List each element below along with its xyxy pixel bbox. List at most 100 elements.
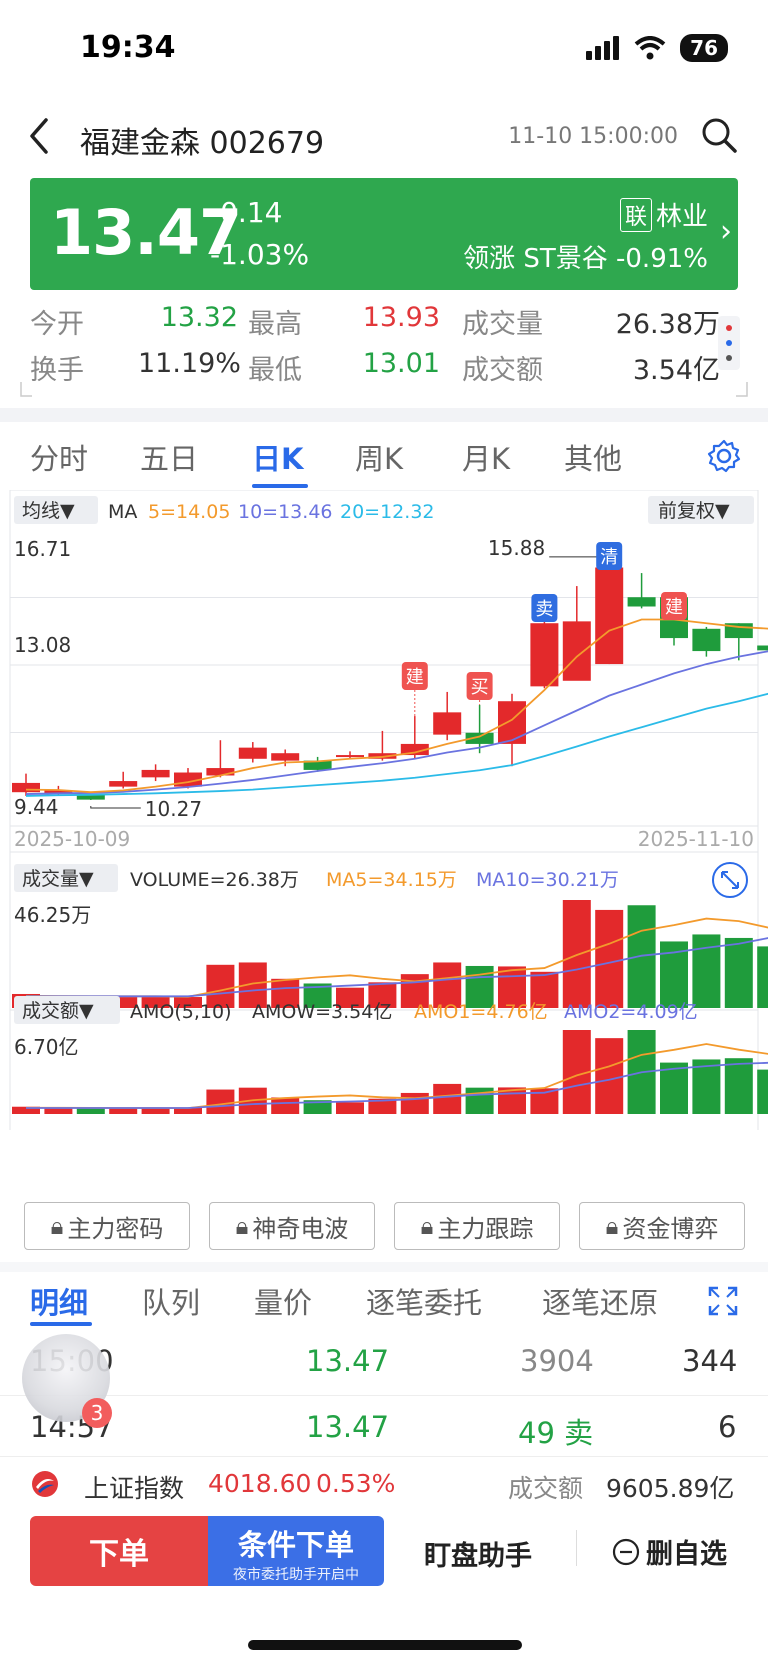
- chart-period-tabs: 分时 五日 日K 周K 月K 其他: [0, 436, 768, 486]
- candle-body: [433, 712, 462, 735]
- candle-body: [530, 623, 559, 687]
- signal-label: 买: [471, 677, 489, 698]
- tab-monthly-k[interactable]: 月K: [462, 436, 510, 478]
- y-axis-mid: 13.08: [14, 633, 71, 657]
- conditional-order-label: 条件下单: [237, 1528, 354, 1562]
- stat-label: 今开: [30, 309, 84, 340]
- ma-prefix: MA: [108, 501, 137, 523]
- lock-button-main-password[interactable]: 🔒︎ 主力密码: [24, 1202, 190, 1250]
- index-value: 4018.60: [208, 1469, 312, 1498]
- tab-daily-k[interactable]: 日K: [252, 436, 303, 478]
- amount-bar: [271, 1097, 300, 1114]
- search-icon[interactable]: [700, 116, 738, 154]
- settings-gear-icon[interactable]: [706, 438, 742, 474]
- ma5-label: 5=14.05: [148, 501, 230, 523]
- ma20-line: [25, 692, 768, 797]
- lock-button-fund-game[interactable]: 🔒︎ 资金博弈: [579, 1202, 745, 1250]
- sector-name: 林业: [655, 202, 708, 232]
- lock-icon: 🔒︎: [50, 1212, 64, 1240]
- divider: [576, 1530, 577, 1566]
- candle-body: [692, 628, 721, 652]
- collapse-corner-icon: [20, 382, 748, 397]
- tab-order-by-order[interactable]: 逐笔委托: [366, 1280, 482, 1322]
- amo2-label: AMO2=4.09亿: [564, 1001, 698, 1023]
- place-order-button[interactable]: 下单: [30, 1516, 208, 1586]
- high-label: 15.88: [488, 536, 545, 560]
- tab-other[interactable]: 其他: [564, 436, 622, 478]
- volume-selector-label: 成交量▼: [22, 868, 94, 890]
- volume-label: VOLUME=26.38万: [130, 869, 299, 891]
- minus-circle-icon: [612, 1538, 640, 1565]
- amount-bar: [757, 1069, 768, 1114]
- price-change-pct: -1.03%: [210, 238, 310, 271]
- amount-bar: [109, 1108, 138, 1114]
- sector-badge: 联: [619, 197, 652, 232]
- candle-body: [238, 747, 267, 759]
- amount-bar: [76, 1108, 105, 1114]
- tab-trade-replay[interactable]: 逐笔还原: [542, 1280, 658, 1322]
- stat-value: 13.93: [362, 302, 440, 333]
- index-pct: 0.53%: [316, 1469, 396, 1498]
- remove-watchlist-button[interactable]: 删自选: [612, 1532, 727, 1571]
- status-icons: 76: [586, 34, 728, 62]
- sector-link[interactable]: 联 林业: [619, 196, 708, 233]
- battery-indicator: 76: [680, 34, 728, 62]
- date-end: 2025-11-10: [638, 827, 754, 851]
- active-detail-tab-underline: [30, 1322, 92, 1326]
- sector-leader: 领涨 ST景谷 -0.91%: [463, 244, 708, 274]
- back-icon[interactable]: [24, 116, 54, 156]
- ma-selector-label: 均线▼: [22, 500, 75, 522]
- low-pointer: [90, 806, 141, 809]
- index-logo-icon: [32, 1471, 58, 1497]
- candle-body: [206, 768, 235, 776]
- tab-weekly-k[interactable]: 周K: [355, 436, 403, 478]
- header: 福建金森 002679 11-10 15:00:00: [0, 110, 768, 170]
- amount-selector-label: 成交额▼: [22, 1000, 94, 1022]
- lock-button-magic-wave[interactable]: 🔒︎ 神奇电波: [209, 1202, 375, 1250]
- candle-body: [562, 621, 591, 681]
- ma20-label: 20=12.32: [340, 501, 435, 523]
- amount-bar: [44, 1108, 73, 1114]
- tab-intraday[interactable]: 分时: [30, 436, 88, 478]
- adjust-selector-label: 前复权▼: [658, 500, 730, 522]
- expand-icon[interactable]: [708, 1286, 738, 1316]
- ma5-line: [25, 618, 768, 794]
- watch-assistant-button[interactable]: 盯盘助手: [424, 1534, 532, 1573]
- volume-ma5-label: MA5=34.15万: [326, 869, 457, 891]
- stat-value: 13.01: [362, 348, 440, 379]
- tab-detail[interactable]: 明细: [30, 1280, 88, 1322]
- stat-label: 成交量: [462, 309, 543, 340]
- tab-five-day[interactable]: 五日: [140, 436, 198, 478]
- amount-bar: [595, 1038, 624, 1114]
- lock-button-main-tracking[interactable]: 🔒︎ 主力跟踪: [394, 1202, 560, 1250]
- signal-label: 清: [600, 547, 618, 568]
- volume-bar: [595, 909, 624, 1008]
- premium-indicator-buttons: 🔒︎ 主力密码 🔒︎ 神奇电波 🔒︎ 主力跟踪 🔒︎ 资金博弈: [0, 1202, 768, 1250]
- candle-body: [12, 782, 40, 793]
- kline-chart[interactable]: 均线▼ MA 5=14.05 10=13.46 20=12.32 前复权▼ 16.71 13.…: [0, 490, 768, 1130]
- volume-ma10-label: MA10=30.21万: [476, 869, 619, 891]
- volume-y-top: 46.25万: [14, 903, 91, 927]
- y-axis-bottom: 9.44: [14, 795, 59, 819]
- tab-volume-price[interactable]: 量价: [254, 1280, 312, 1322]
- more-stats-icon[interactable]: [718, 316, 740, 370]
- trade-volume: 49 卖: [518, 1416, 594, 1450]
- volume-bar: [724, 937, 753, 1008]
- candle-body: [627, 597, 656, 607]
- y-axis-top: 16.71: [14, 537, 71, 561]
- conditional-order-button[interactable]: 条件下单 夜市委托助手开启中: [208, 1516, 384, 1586]
- stat-value: 13.32: [160, 302, 238, 333]
- lock-icon: 🔒︎: [605, 1212, 619, 1240]
- trade-price: 13.47: [306, 1410, 390, 1444]
- tab-queue[interactable]: 队列: [142, 1280, 200, 1322]
- stat-value: 26.38万: [615, 309, 720, 340]
- quote-datetime: 11-10 15:00:00: [508, 124, 678, 149]
- arrows-diagonal-icon: [721, 871, 739, 889]
- amo1-line: [26, 1043, 768, 1110]
- price-panel[interactable]: 13.47 -0.14 -1.03% 联 林业 领涨 ST景谷 -0.91% ›: [30, 178, 738, 290]
- status-time: 19:34: [80, 30, 176, 65]
- candle-body: [498, 701, 526, 744]
- signal-label: 建: [406, 667, 424, 688]
- bottom-action-bar: 下单 条件下单 夜市委托助手开启中 盯盘助手 删自选: [0, 1516, 768, 1592]
- market-index-bar[interactable]: 上证指数 4018.60 0.53% 成交额 9605.89亿: [0, 1456, 768, 1512]
